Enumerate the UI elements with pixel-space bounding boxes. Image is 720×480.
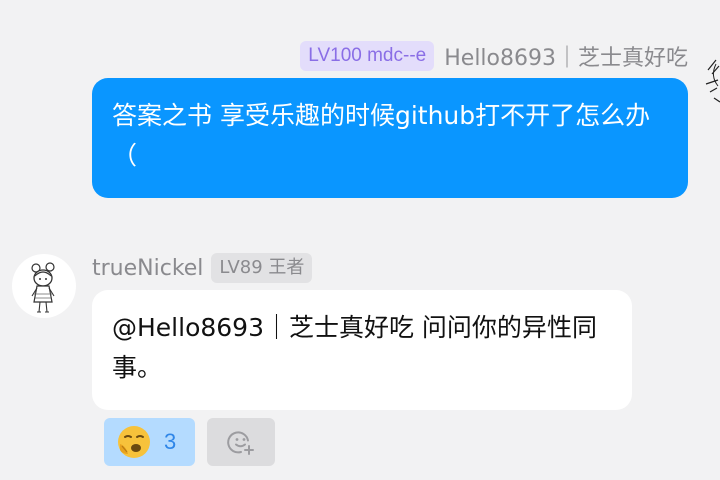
message-own: LV100 mdc--e Hello8693｜芝士真好吃 答案之书 享受乐趣的时…	[0, 0, 720, 210]
sender-name[interactable]: Hello8693｜芝士真好吃	[444, 40, 688, 72]
level-badge[interactable]: LV89 王者	[211, 253, 313, 283]
avatar-sketch-icon	[31, 262, 55, 313]
message-own-header: LV100 mdc--e Hello8693｜芝士真好吃	[300, 40, 688, 72]
yawning-face-icon	[118, 426, 150, 458]
avatar-own[interactable]	[698, 40, 720, 110]
message-bubble[interactable]: 答案之书 享受乐趣的时候github打不开了怎么办（	[92, 78, 688, 198]
sender-name[interactable]: trueNickel	[92, 256, 203, 281]
reaction-chip[interactable]: 3	[104, 418, 195, 466]
avatar[interactable]	[12, 254, 76, 318]
message-bubble[interactable]: @Hello8693｜芝士真好吃 问问你的异性同事。	[92, 290, 632, 410]
reaction-count: 3	[164, 429, 177, 454]
add-emoji-icon	[227, 431, 254, 455]
add-reaction-button[interactable]	[207, 418, 275, 466]
message-other-header: trueNickel LV89 王者	[92, 252, 313, 284]
level-badge[interactable]: LV100 mdc--e	[300, 41, 435, 71]
